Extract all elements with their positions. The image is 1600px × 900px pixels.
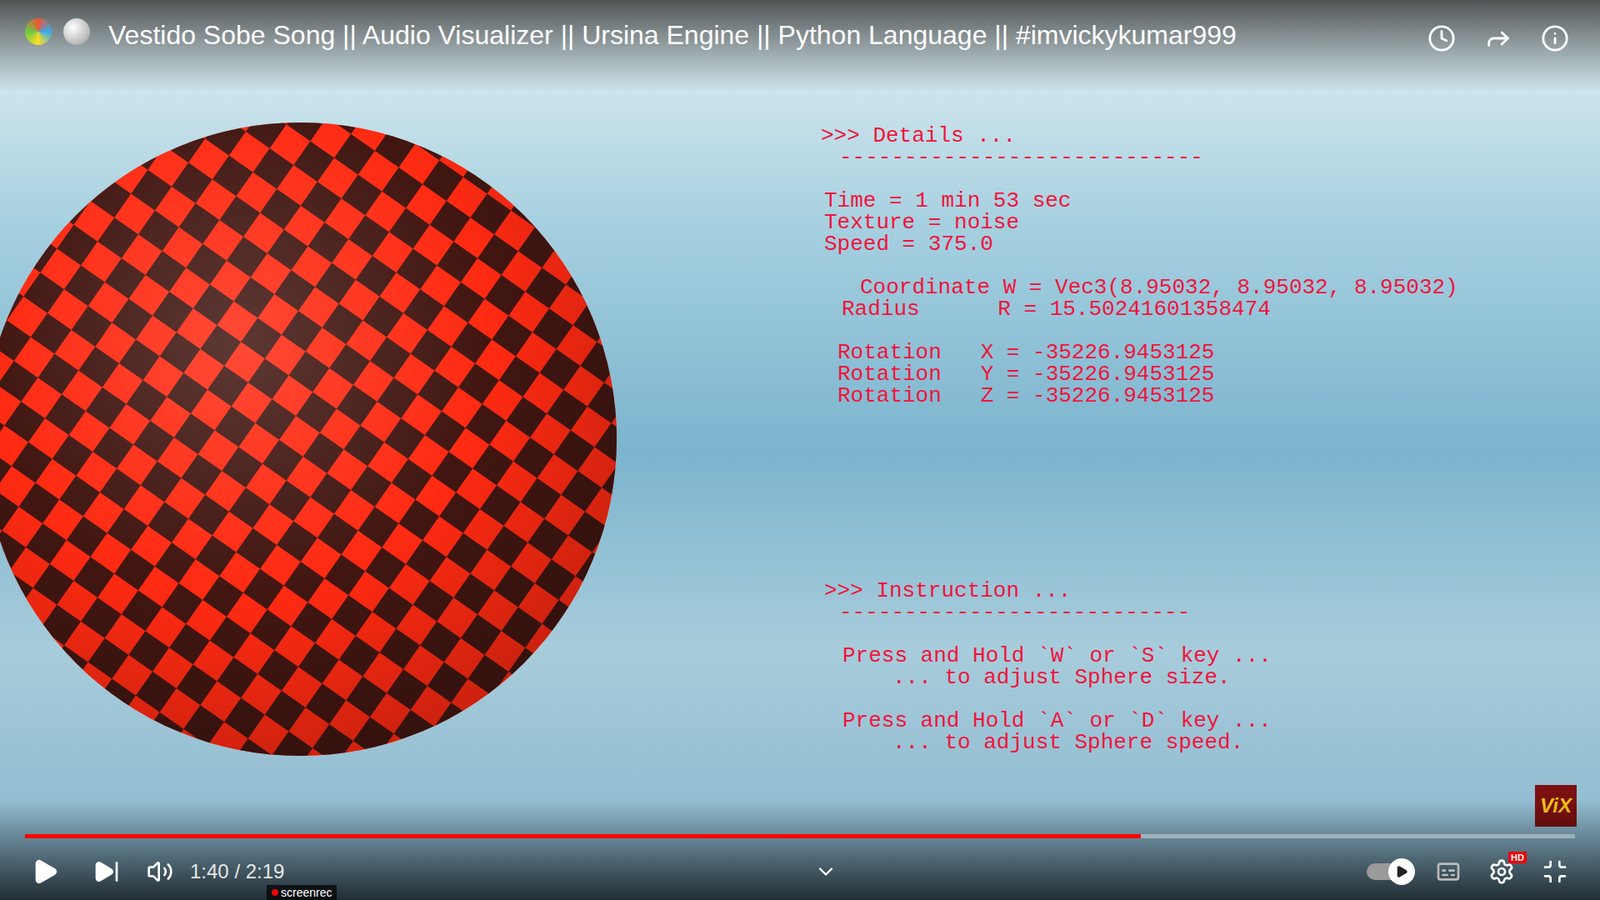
video-player[interactable]: >>> Details ...-------------------------… — [0, 0, 1600, 900]
next-icon[interactable] — [86, 851, 127, 892]
instruction-rule: --------------------------- — [820, 601, 1459, 624]
details-panel: >>> Details ...-------------------------… — [820, 0, 1459, 900]
details-rule: ---------------------------- — [820, 146, 1459, 169]
captions-icon[interactable] — [1428, 851, 1469, 892]
play-icon[interactable] — [25, 851, 65, 892]
video-frame: >>> Details ...-------------------------… — [0, 0, 1600, 900]
exit-fullscreen-icon[interactable] — [1535, 851, 1575, 892]
rotation-line: Rotation X = -35226.9453125 — [820, 341, 1459, 364]
radius-line: Radius R = 15.50241601358474 — [820, 298, 1459, 320]
chevron-down-icon[interactable] — [805, 851, 846, 892]
control-bar: 1:40 / 2:19 HD — [0, 800, 1600, 900]
stat-line: Time = 1 min 53 sec — [820, 190, 1459, 212]
quality-badge: HD — [1508, 851, 1527, 864]
channel-avatar-icon[interactable] — [63, 18, 90, 45]
rotation-line: Rotation Y = -35226.9453125 — [820, 363, 1459, 385]
rotation-line: Rotation Z = -35226.9453125 — [820, 385, 1459, 407]
info-icon[interactable] — [1535, 18, 1575, 59]
watch-later-icon[interactable] — [1421, 18, 1462, 59]
time-display: 1:40 / 2:19 — [190, 856, 285, 887]
instruction: Press and Hold `W` or `S` key ...... to … — [820, 645, 1459, 689]
stat-line: Texture = noise — [820, 211, 1459, 234]
coordinate-line: Coordinate W = Vec3(8.95032, 8.95032, 8.… — [820, 276, 1459, 299]
visualizer-sphere — [0, 122, 617, 756]
video-title[interactable]: Vestido Sobe Song || Audio Visualizer ||… — [108, 18, 1410, 52]
recorder-watermark: screenrec — [266, 885, 337, 900]
volume-icon[interactable] — [140, 851, 180, 892]
playlist-icon[interactable] — [25, 18, 52, 45]
stat-line: Speed = 375.0 — [820, 233, 1459, 255]
instruction-heading: >>> Instruction ... — [820, 580, 1459, 602]
progress-bar[interactable] — [25, 834, 1575, 839]
autoplay-toggle[interactable] — [1366, 863, 1414, 880]
details-heading: >>> Details ... — [820, 125, 1459, 147]
share-icon[interactable] — [1478, 18, 1519, 59]
progress-fill — [25, 834, 1141, 839]
top-bar: Vestido Sobe Song || Audio Visualizer ||… — [0, 0, 1600, 92]
instruction: Press and Hold `A` or `D` key ...... to … — [820, 710, 1459, 754]
